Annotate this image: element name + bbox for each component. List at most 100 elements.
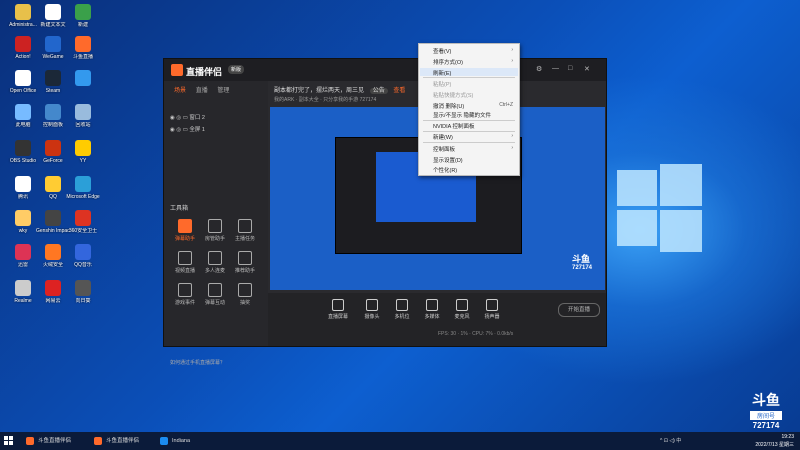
notice-text: 副本都打完了，摆烂两天，周三见 公告 查看 bbox=[274, 88, 406, 94]
context-menu-item[interactable]: 撤消 删除(U) Ctrl+Z bbox=[433, 102, 517, 110]
control-bar: 直播屏幕 摄像头 多机位 多媒体 麦克风 扬声器 开始直播 FPS: 30 · 1% · … bbox=[268, 293, 606, 346]
scene-item[interactable]: ◉ ◎ ▭ 全屏 1 bbox=[170, 125, 205, 133]
start-live-button[interactable]: 开始直播 bbox=[558, 303, 600, 317]
context-menu-item[interactable]: 控制面板 › bbox=[433, 145, 517, 153]
control-button[interactable]: 麦克风 bbox=[450, 299, 474, 320]
control-button[interactable]: 直播屏幕 bbox=[326, 299, 350, 320]
app-icon bbox=[15, 36, 31, 52]
desktop-icon[interactable]: YY bbox=[66, 140, 100, 164]
tab-manage[interactable]: 管理 bbox=[217, 88, 229, 94]
context-menu-item[interactable]: NVIDIA 控制面板 bbox=[433, 122, 517, 130]
menu-item-label: 显示设置(D) bbox=[433, 158, 463, 164]
desktop-icon-label: 此电脑 bbox=[15, 122, 31, 128]
desktop-icon[interactable]: 此电脑 bbox=[6, 104, 40, 128]
close-button[interactable]: ✕ bbox=[584, 65, 590, 73]
menu-item-label: 查看(V) bbox=[433, 49, 452, 55]
app-icon bbox=[75, 4, 91, 20]
context-menu-item[interactable]: 显示设置(D) bbox=[433, 156, 517, 164]
tab-live[interactable]: 直播 bbox=[196, 88, 208, 94]
tool-button[interactable]: 弹幕助手 bbox=[170, 219, 200, 242]
desktop-icon[interactable]: 火绒安全 bbox=[36, 244, 70, 268]
left-panel: 场景 直播 管理 ◉ ◎ ▭ 窗口 2 ◉ ◎ ▭ 全屏 1 工具箱 弹幕助手 房… bbox=[164, 81, 268, 366]
tool-button[interactable]: 多人连麦 bbox=[200, 251, 230, 274]
tab-scenes[interactable]: 场景 bbox=[174, 88, 186, 94]
desktop-icon[interactable]: GeForce bbox=[36, 140, 70, 164]
desktop-icon[interactable]: 斗鱼直播 bbox=[66, 36, 100, 60]
tool-icon bbox=[238, 219, 252, 233]
taskbar-item[interactable]: Indiana bbox=[158, 435, 190, 447]
tool-button[interactable]: 抽奖 bbox=[230, 283, 260, 306]
context-menu-item[interactable]: 排序方式(O) › bbox=[433, 58, 517, 66]
tool-button[interactable]: 弹幕互动 bbox=[200, 283, 230, 306]
context-menu-item[interactable]: 刷新(E) bbox=[433, 69, 517, 77]
desktop-icon-label: Open Office bbox=[9, 88, 37, 94]
taskbar-item[interactable]: 斗鱼直播伴侣 bbox=[24, 435, 71, 447]
desktop-icon[interactable] bbox=[66, 70, 100, 88]
tool-label: 抽奖 bbox=[239, 300, 250, 306]
control-button[interactable]: 摄像头 bbox=[360, 299, 384, 320]
desktop-icon[interactable]: 腾讯 bbox=[6, 176, 40, 200]
desktop-icon[interactable]: wky bbox=[6, 210, 40, 234]
settings-icon[interactable]: ⚙ bbox=[536, 65, 542, 73]
status-text: FPS: 30 · 1% · CPU: 7% · 0.0kb/s bbox=[438, 331, 514, 337]
app-name: 直播伴侣 bbox=[186, 67, 223, 77]
desktop-icon[interactable]: Genshin Impact bbox=[36, 210, 70, 234]
control-icon bbox=[396, 299, 408, 311]
desktop-icon[interactable]: WeGame bbox=[36, 36, 70, 60]
app-icon bbox=[45, 4, 61, 20]
desktop-icon[interactable]: Steam bbox=[36, 70, 70, 94]
desktop-icon[interactable]: 控制面板 bbox=[36, 104, 70, 128]
scene-item[interactable]: ◉ ◎ ▭ 窗口 2 bbox=[170, 113, 205, 121]
desktop-icon[interactable]: Administra... bbox=[6, 4, 40, 28]
tool-button[interactable]: 视频直播 bbox=[170, 251, 200, 274]
desktop-icon[interactable]: Action! bbox=[6, 36, 40, 60]
desktop-icon[interactable]: 向日葵 bbox=[66, 280, 100, 304]
tool-button[interactable]: 推荐助手 bbox=[230, 251, 260, 274]
desktop-icon[interactable]: 回收站 bbox=[66, 104, 100, 128]
context-menu-item[interactable]: 粘贴快捷方式(S) bbox=[433, 91, 517, 99]
context-menu-item[interactable]: 新建(W) › bbox=[433, 133, 517, 141]
control-icon bbox=[366, 299, 378, 311]
desktop-icon[interactable]: OBS Studio bbox=[6, 140, 40, 164]
menu-item-label: 粘贴快捷方式(S) bbox=[433, 93, 474, 99]
desktop-icon[interactable]: QQ音乐 bbox=[66, 244, 100, 268]
control-label: 直播屏幕 bbox=[327, 314, 348, 320]
desktop-icon[interactable]: 迅雷 bbox=[6, 244, 40, 268]
control-button[interactable]: 多机位 bbox=[390, 299, 414, 320]
desktop-icon[interactable]: Realme bbox=[6, 280, 40, 304]
menu-item-label: NVIDIA 控制面板 bbox=[433, 124, 475, 130]
desktop-icon[interactable]: Microsoft Edge bbox=[66, 176, 100, 200]
maximize-button[interactable]: □ bbox=[568, 65, 572, 72]
tool-icon bbox=[238, 251, 252, 265]
app-icon bbox=[75, 244, 91, 260]
system-tray[interactable]: ^ ⊡ ◁) 中 bbox=[660, 437, 681, 444]
desktop-icon[interactable]: Open Office bbox=[6, 70, 40, 94]
help-link[interactable]: 如何通过手机直播屏幕？ bbox=[164, 359, 274, 366]
control-button[interactable]: 扬声器 bbox=[480, 299, 504, 320]
desktop-icon-label: 向日葵 bbox=[75, 298, 91, 304]
desktop-icon[interactable]: 360安全卫士 bbox=[66, 210, 100, 234]
desktop-icon[interactable]: 新建文本文 bbox=[36, 4, 70, 28]
chevron-right-icon: › bbox=[511, 47, 513, 53]
tool-button[interactable]: 房管助手 bbox=[200, 219, 230, 242]
tool-icon bbox=[238, 283, 252, 297]
control-label: 摄像头 bbox=[364, 314, 380, 320]
desktop-icon[interactable]: QQ bbox=[36, 176, 70, 200]
clock[interactable]: 19:23 2022/7/13 星期三 bbox=[738, 433, 794, 449]
context-menu-item[interactable]: 粘贴(P) bbox=[433, 80, 517, 88]
minimize-button[interactable]: — bbox=[552, 65, 559, 72]
taskbar-item-label: 斗鱼直播伴侣 bbox=[106, 438, 140, 444]
desktop-icon[interactable]: 新建 bbox=[66, 4, 100, 28]
tool-button[interactable]: 主播任务 bbox=[230, 219, 260, 242]
windows-start-icon[interactable] bbox=[4, 436, 14, 446]
desktop-icon-label: 新建文本文 bbox=[40, 22, 66, 28]
context-menu-item[interactable]: 显示/不显示 隐藏的文件 bbox=[433, 111, 517, 119]
control-label: 多媒体 bbox=[424, 314, 440, 320]
context-menu-item[interactable]: 查看(V) › bbox=[433, 47, 517, 55]
control-button[interactable]: 多媒体 bbox=[420, 299, 444, 320]
tool-button[interactable]: 游戏事件 bbox=[170, 283, 200, 306]
context-menu-item[interactable]: 个性化(R) bbox=[433, 166, 517, 174]
taskbar-item[interactable]: 斗鱼直播伴侣 bbox=[92, 435, 139, 447]
notice-sub: 我的ARK · 副本大全 · 只分享我的手游 727174 bbox=[274, 97, 377, 103]
desktop-icon[interactable]: 网易云 bbox=[36, 280, 70, 304]
